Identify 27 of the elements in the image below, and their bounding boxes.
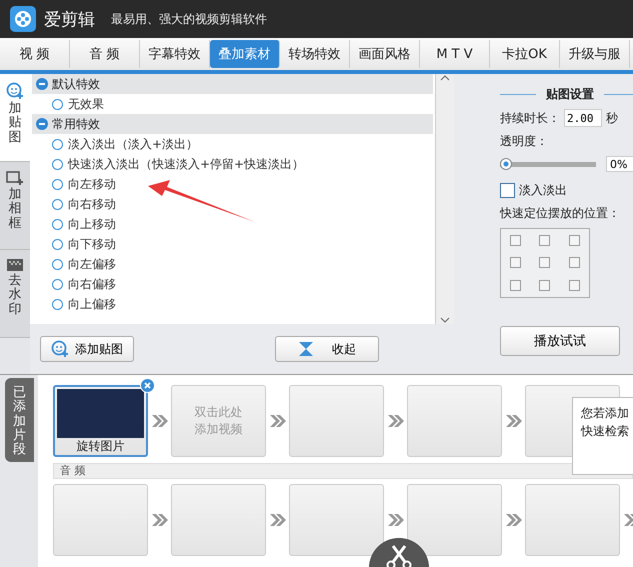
slot-hint: 添加视频: [194, 421, 242, 438]
effect-label: 淡入淡出（淡入+淡出）: [68, 136, 198, 152]
app-slogan: 最易用、强大的视频剪辑软件: [111, 10, 267, 28]
effect-label: 向右偏移: [68, 276, 116, 292]
group-label: 常用特效: [52, 116, 100, 132]
effect-label: 快速淡入淡出（快速淡入+停留+快速淡出）: [68, 156, 304, 172]
audio-label: 音 频: [53, 463, 633, 479]
duration-unit: 秒: [606, 110, 618, 126]
settings-title: 贴图设置: [546, 86, 594, 103]
fade-label: 淡入淡出: [519, 182, 567, 199]
duration-label: 持续时长：: [500, 110, 560, 126]
effect-label: 无效果: [68, 96, 104, 112]
timeline-label: 已添加片段: [5, 378, 34, 462]
tooltip-text: 快速检索: [581, 423, 630, 440]
effect-label: 向右移动: [68, 196, 116, 212]
position-label: 快速定位摆放的位置：: [500, 205, 621, 222]
effect-label: 向上偏移: [68, 296, 116, 312]
effect-label: 向左移动: [68, 176, 116, 192]
group-label: 默认特效: [52, 76, 100, 92]
tooltip-text: 您若添加: [581, 405, 630, 422]
effect-label: 向左偏移: [68, 256, 116, 272]
slot-hint: 双击此处: [194, 404, 242, 421]
opacity-label: 透明度：: [500, 133, 549, 150]
clip-caption: 旋转图片: [76, 438, 124, 455]
effect-label: 向上移动: [68, 216, 116, 232]
app-name: 爱剪辑: [44, 8, 95, 30]
effect-label: 向下移动: [68, 236, 116, 252]
